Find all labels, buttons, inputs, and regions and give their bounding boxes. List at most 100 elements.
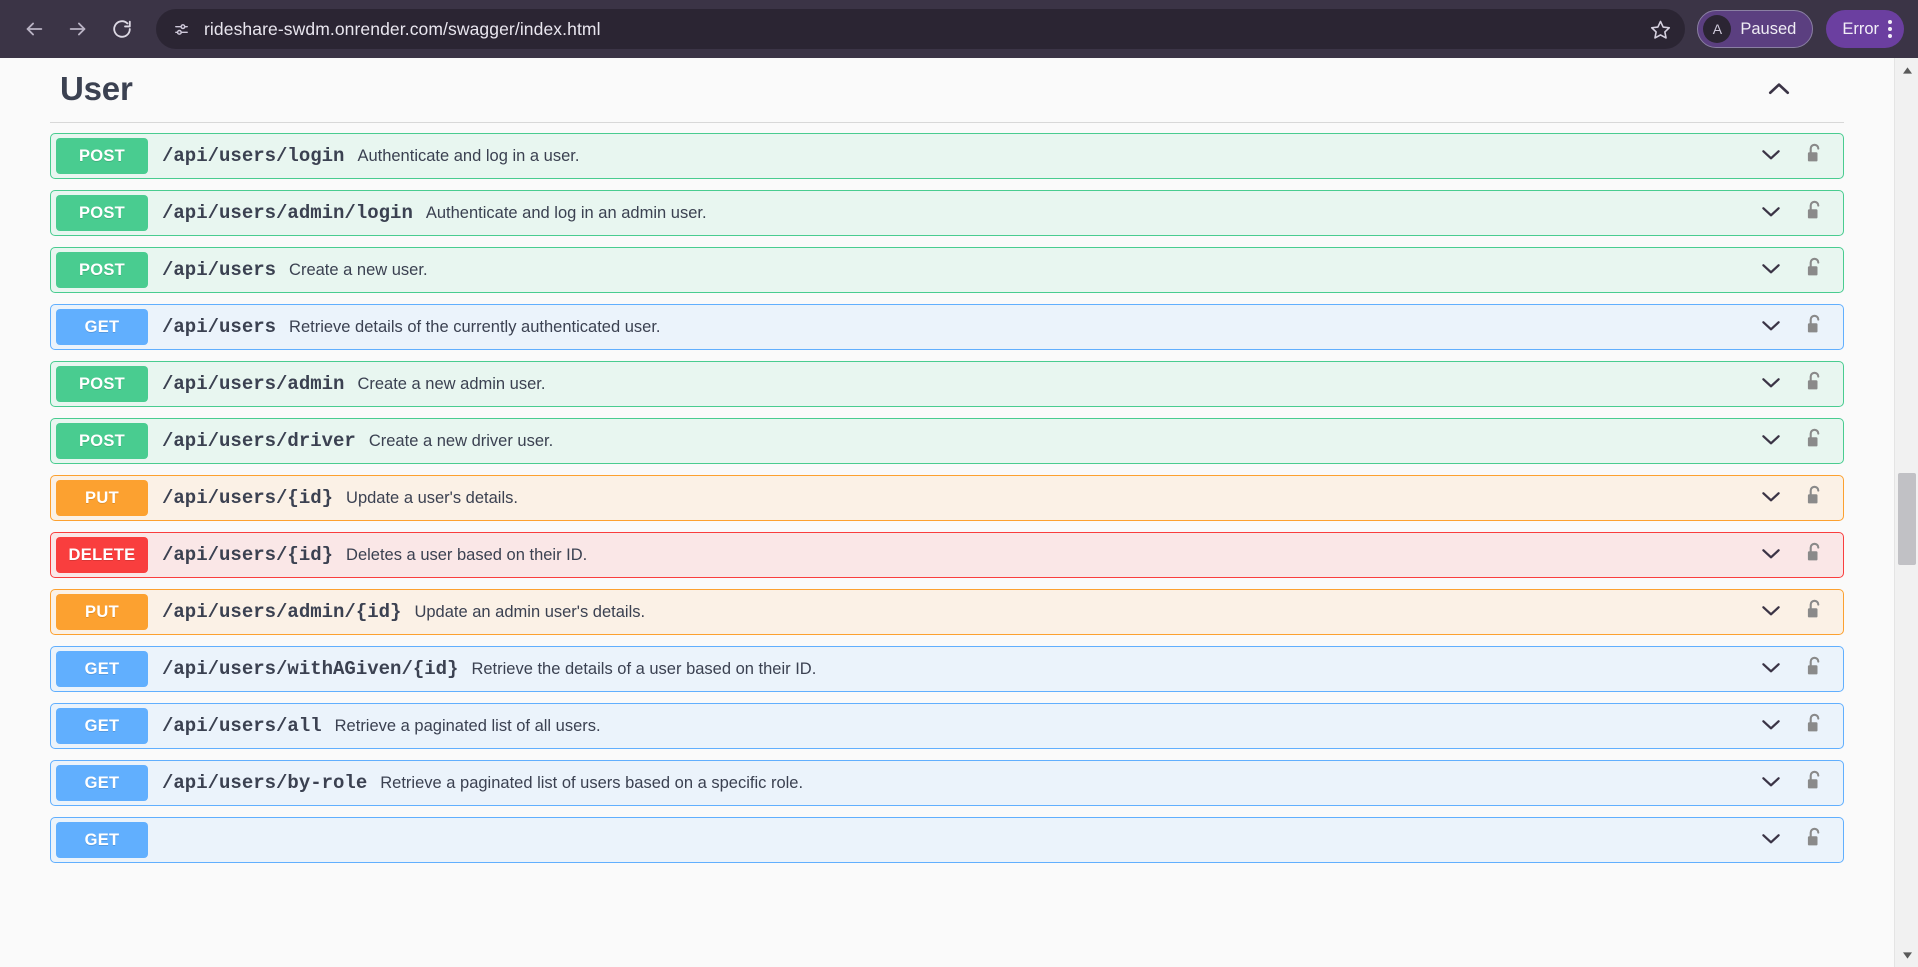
operation-row[interactable]: POST/api/users/login Authenticate and log…	[50, 133, 1844, 179]
triangle-down-icon	[1902, 951, 1912, 959]
operation-summary: Update an admin user's details.	[414, 602, 646, 621]
forward-button[interactable]	[58, 9, 98, 49]
operation-path: /api/users/driver	[162, 430, 356, 452]
authorize-operation-button[interactable]	[1804, 541, 1825, 570]
operation-row[interactable]: PUT/api/users/{id} Update a user's detail…	[50, 475, 1844, 521]
kebab-menu-icon[interactable]	[1888, 20, 1892, 38]
operation-row[interactable]: GET/api/users/by-role Retrieve a paginate…	[50, 760, 1844, 806]
section-collapse-button[interactable]	[1764, 74, 1842, 104]
method-badge: GET	[56, 822, 148, 858]
expand-operation-button[interactable]	[1758, 141, 1784, 172]
expand-operation-button[interactable]	[1758, 597, 1784, 628]
expand-operation-button[interactable]	[1758, 198, 1784, 229]
expand-operation-button[interactable]	[1758, 711, 1784, 742]
method-badge: POST	[56, 366, 148, 402]
lock-open-icon	[1807, 257, 1820, 275]
method-badge: PUT	[56, 480, 148, 516]
operation-actions	[1758, 711, 1829, 742]
expand-operation-button[interactable]	[1758, 426, 1784, 457]
operation-path: /api/users	[162, 259, 277, 281]
expand-operation-button[interactable]	[1758, 369, 1784, 400]
operation-actions	[1758, 768, 1829, 799]
lock-open-icon	[1807, 599, 1820, 617]
operation-path: /api/users/{id}	[162, 487, 334, 509]
profile-status-label: Paused	[1740, 19, 1797, 38]
lock-open-icon	[1807, 542, 1820, 560]
operation-summary: Retrieve a paginated list of all users.	[334, 716, 601, 735]
method-badge: PUT	[56, 594, 148, 630]
operation-actions	[1758, 141, 1829, 172]
arrow-left-icon	[26, 22, 43, 36]
chevron-down-icon	[1762, 548, 1780, 558]
reload-button[interactable]	[102, 9, 142, 49]
chevron-down-icon	[1762, 377, 1780, 387]
operation-row[interactable]: GET/api/users/all Retrieve a paginated li…	[50, 703, 1844, 749]
operation-row[interactable]: POST/api/users Create a new user.	[50, 247, 1844, 293]
operation-summary: Retrieve the details of a user based on …	[471, 659, 817, 678]
operation-row[interactable]: DELETE/api/users/{id} Deletes a user base…	[50, 532, 1844, 578]
authorize-operation-button[interactable]	[1804, 769, 1825, 798]
lock-open-icon	[1807, 485, 1820, 503]
vertical-scrollbar[interactable]	[1894, 58, 1918, 967]
operation-row[interactable]: POST/api/users/admin Create a new admin u…	[50, 361, 1844, 407]
lock-open-icon	[1807, 371, 1820, 389]
operation-actions	[1758, 540, 1829, 571]
authorize-operation-button[interactable]	[1804, 256, 1825, 285]
scroll-up-button[interactable]	[1895, 60, 1918, 80]
extension-error-button[interactable]: Error	[1826, 10, 1904, 48]
tag-section-header[interactable]: User	[50, 58, 1844, 123]
expand-operation-button[interactable]	[1758, 312, 1784, 343]
authorize-operation-button[interactable]	[1804, 142, 1825, 171]
operation-row[interactable]: GET	[50, 817, 1844, 863]
operation-row[interactable]: GET/api/users Retrieve details of the cur…	[50, 304, 1844, 350]
scroll-down-button[interactable]	[1895, 945, 1918, 965]
page-viewport: User POST/api/users/login Authenticate an…	[0, 58, 1918, 967]
expand-operation-button[interactable]	[1758, 483, 1784, 514]
authorize-operation-button[interactable]	[1804, 199, 1825, 228]
expand-operation-button[interactable]	[1758, 768, 1784, 799]
url-text[interactable]: rideshare-swdm.onrender.com/swagger/inde…	[204, 19, 1643, 40]
authorize-operation-button[interactable]	[1804, 427, 1825, 456]
chevron-down-icon	[1762, 833, 1780, 843]
method-badge: GET	[56, 765, 148, 801]
lock-open-icon	[1807, 656, 1820, 674]
method-badge: POST	[56, 252, 148, 288]
operation-actions	[1758, 825, 1829, 856]
scrollbar-thumb[interactable]	[1898, 473, 1916, 565]
expand-operation-button[interactable]	[1758, 825, 1784, 856]
lock-open-icon	[1807, 827, 1820, 845]
operation-path: /api/users	[162, 316, 277, 338]
operation-row[interactable]: PUT/api/users/admin/{id} Update an admin …	[50, 589, 1844, 635]
operation-row[interactable]: GET/api/users/withAGiven/{id} Retrieve th…	[50, 646, 1844, 692]
expand-operation-button[interactable]	[1758, 540, 1784, 571]
authorize-operation-button[interactable]	[1804, 598, 1825, 627]
address-bar[interactable]: rideshare-swdm.onrender.com/swagger/inde…	[156, 9, 1686, 49]
authorize-operation-button[interactable]	[1804, 655, 1825, 684]
operation-actions	[1758, 597, 1829, 628]
operation-summary: Retrieve details of the currently authen…	[289, 317, 661, 336]
authorize-operation-button[interactable]	[1804, 370, 1825, 399]
site-settings-icon[interactable]	[166, 14, 196, 44]
expand-operation-button[interactable]	[1758, 654, 1784, 685]
star-icon	[1650, 20, 1670, 39]
chevron-down-icon	[1762, 491, 1780, 501]
expand-operation-button[interactable]	[1758, 255, 1784, 286]
operation-summary: Authenticate and log in an admin user.	[425, 203, 707, 222]
operation-path: /api/users/admin	[162, 373, 345, 395]
authorize-operation-button[interactable]	[1804, 313, 1825, 342]
operation-path: /api/users/by-role	[162, 772, 368, 794]
operation-row[interactable]: POST/api/users/driver Create a new driver…	[50, 418, 1844, 464]
back-button[interactable]	[14, 9, 54, 49]
authorize-operation-button[interactable]	[1804, 712, 1825, 741]
authorize-operation-button[interactable]	[1804, 826, 1825, 855]
operation-row[interactable]: POST/api/users/admin/login Authenticate a…	[50, 190, 1844, 236]
bookmark-button[interactable]	[1643, 12, 1677, 46]
chevron-down-icon	[1762, 605, 1780, 615]
authorize-operation-button[interactable]	[1804, 484, 1825, 513]
method-badge: POST	[56, 423, 148, 459]
operation-path: /api/users/{id}	[162, 544, 334, 566]
operation-summary: Retrieve a paginated list of users based…	[380, 773, 804, 792]
profile-button[interactable]: A Paused	[1697, 10, 1814, 48]
lock-open-icon	[1807, 770, 1820, 788]
operation-actions	[1758, 369, 1829, 400]
